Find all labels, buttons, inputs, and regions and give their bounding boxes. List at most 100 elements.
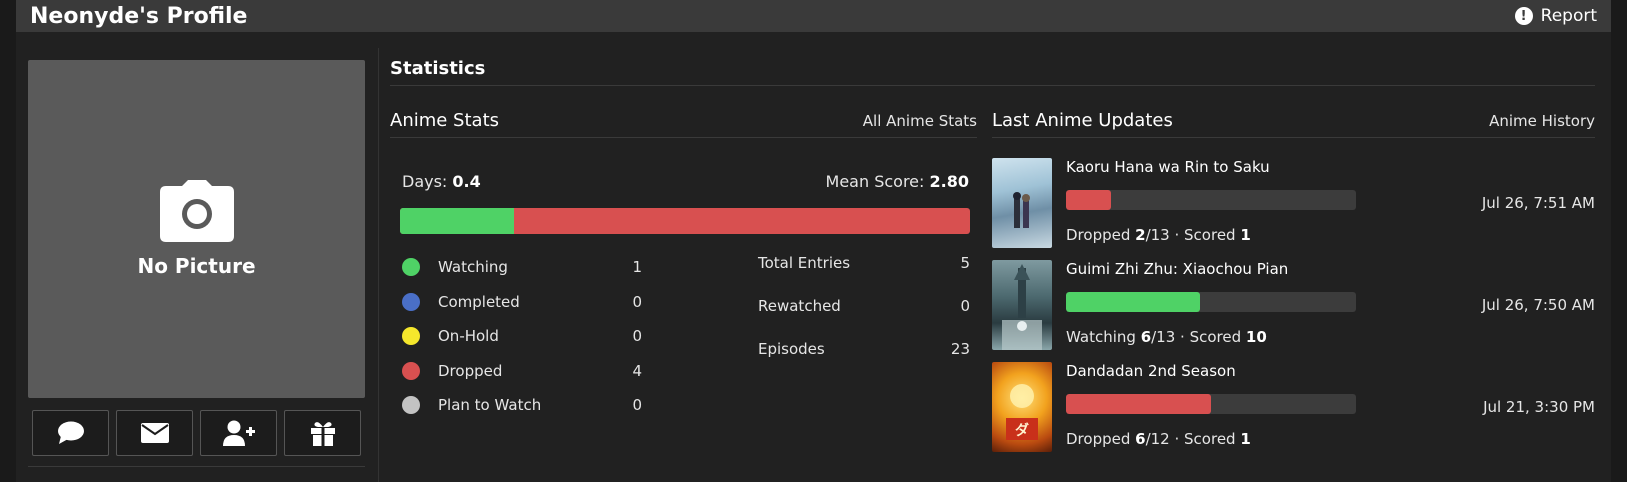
progress-bar	[1066, 394, 1356, 414]
status-row-completed[interactable]: Completed 0	[402, 285, 642, 320]
days-value: 0.4	[452, 172, 481, 191]
progress-count: 6	[1135, 430, 1146, 448]
mean-score-stat: Mean Score: 2.80	[826, 172, 969, 191]
list-item: Kaoru Hana wa Rin to Saku Dropped 2/13 ·…	[992, 158, 1595, 260]
score-value: 10	[1245, 328, 1267, 346]
status-count: 0	[632, 327, 642, 346]
status-text: Dropped	[1066, 226, 1131, 244]
progress-fill	[1066, 292, 1200, 312]
score-value: 1	[1240, 430, 1251, 448]
status-dot	[402, 258, 420, 277]
mean-score-label: Mean Score:	[825, 172, 925, 191]
days-label: Days:	[402, 172, 448, 191]
last-updates-header: Last Anime Updates Anime History	[992, 110, 1595, 138]
gift-icon	[310, 422, 335, 446]
column-divider	[378, 48, 379, 482]
status-distribution-bar	[400, 208, 970, 234]
status-row-dropped[interactable]: Dropped 4	[402, 354, 642, 389]
days-mean-row: Days: 0.4 Mean Score: 2.80	[402, 172, 969, 191]
anime-thumbnail[interactable]: ダ	[992, 362, 1052, 452]
camera-icon	[159, 180, 234, 242]
scored-label: · Scored	[1180, 328, 1242, 346]
anime-stats-heading: Anime Stats	[390, 110, 500, 131]
status-label: Watching	[438, 258, 508, 277]
anime-updates-list: Kaoru Hana wa Rin to Saku Dropped 2/13 ·…	[992, 158, 1595, 464]
page-title: Neonyde's Profile	[30, 3, 248, 29]
send-gift-button[interactable]	[284, 410, 361, 456]
progress-fill	[1066, 190, 1111, 210]
anime-stats-header: Anime Stats All Anime Stats	[390, 110, 977, 138]
report-button[interactable]: ! Report	[1514, 6, 1597, 26]
anime-thumbnail[interactable]	[992, 260, 1052, 350]
no-picture-label: No Picture	[137, 254, 256, 278]
status-row-watching[interactable]: Watching 1	[402, 250, 642, 285]
sidebar-divider	[28, 466, 365, 467]
profile-sidebar: No Picture	[28, 60, 365, 467]
status-dot	[402, 396, 420, 415]
anime-title-link[interactable]: Dandadan 2nd Season	[1066, 362, 1236, 380]
total-value: 23	[950, 340, 970, 358]
status-count: 4	[632, 361, 642, 380]
total-label: Total Entries	[758, 254, 851, 272]
send-message-button[interactable]	[116, 410, 193, 456]
status-dot	[402, 327, 420, 346]
scored-label: · Scored	[1174, 430, 1236, 448]
add-friend-icon	[222, 420, 255, 446]
total-row: Rewatched 0	[758, 297, 970, 340]
progress-count: 2	[1135, 226, 1146, 244]
anime-title-link[interactable]: Kaoru Hana wa Rin to Saku	[1066, 158, 1270, 176]
profile-picture-placeholder: No Picture	[28, 60, 365, 398]
total-value: 0	[960, 297, 970, 315]
anime-thumbnail[interactable]	[992, 158, 1052, 248]
progress-total: /12	[1145, 430, 1170, 448]
progress-count: 6	[1140, 328, 1152, 346]
status-row-on-hold[interactable]: On-Hold 0	[402, 319, 642, 354]
status-count: 1	[632, 258, 642, 277]
status-dot	[402, 361, 420, 380]
exclamation-icon: !	[1514, 7, 1533, 25]
status-label: On-Hold	[438, 327, 499, 346]
total-label: Episodes	[758, 340, 825, 358]
update-date: Jul 21, 3:30 PM	[1483, 398, 1595, 416]
status-text: Dropped	[1066, 430, 1131, 448]
status-label: Plan to Watch	[438, 396, 542, 415]
anime-history-link[interactable]: Anime History	[1489, 112, 1595, 130]
update-date: Jul 26, 7:50 AM	[1481, 296, 1595, 314]
statistics-divider	[390, 85, 1595, 86]
status-list: Watching 1 Completed 0 On-Hold 0 Dropped…	[402, 250, 642, 423]
profile-actions	[28, 410, 365, 456]
scored-label: · Scored	[1174, 226, 1236, 244]
progress-bar	[1066, 190, 1356, 210]
progress-bar	[1066, 292, 1356, 312]
update-status: Watching 6/13 · Scored 10	[1066, 328, 1267, 346]
report-label: Report	[1540, 6, 1597, 26]
progress-fill	[1066, 394, 1211, 414]
total-label: Rewatched	[758, 297, 841, 315]
comment-icon	[57, 421, 84, 444]
send-comment-button[interactable]	[32, 410, 109, 456]
status-label: Completed	[438, 292, 520, 311]
progress-total: /13	[1145, 226, 1170, 244]
update-status: Dropped 2/13 · Scored 1	[1066, 226, 1251, 244]
anime-title-link[interactable]: Guimi Zhi Zhu: Xiaochou Pian	[1066, 260, 1288, 278]
last-updates-heading: Last Anime Updates	[992, 110, 1173, 131]
update-status: Dropped 6/12 · Scored 1	[1066, 430, 1251, 448]
total-row: Total Entries 5	[758, 254, 970, 297]
progress-total: /13	[1151, 328, 1176, 346]
list-item: ダ Dandadan 2nd Season Dropped 6/12 · Sco…	[992, 362, 1595, 464]
all-anime-stats-link[interactable]: All Anime Stats	[863, 112, 977, 130]
total-value: 5	[960, 254, 970, 272]
score-value: 1	[1240, 226, 1251, 244]
profile-header: Neonyde's Profile ! Report	[16, 0, 1611, 32]
status-row-plan-to-watch[interactable]: Plan to Watch 0	[402, 388, 642, 423]
status-count: 0	[632, 292, 642, 311]
list-item: Guimi Zhi Zhu: Xiaochou Pian Watching 6/…	[992, 260, 1595, 362]
status-count: 0	[632, 396, 642, 415]
status-text: Watching	[1066, 328, 1136, 346]
status-dot	[402, 292, 420, 311]
days-stat: Days: 0.4	[402, 172, 481, 191]
add-friend-button[interactable]	[200, 410, 277, 456]
totals-list: Total Entries 5 Rewatched 0 Episodes 23	[758, 254, 970, 383]
statistics-title: Statistics	[390, 58, 486, 79]
total-row: Episodes 23	[758, 340, 970, 383]
